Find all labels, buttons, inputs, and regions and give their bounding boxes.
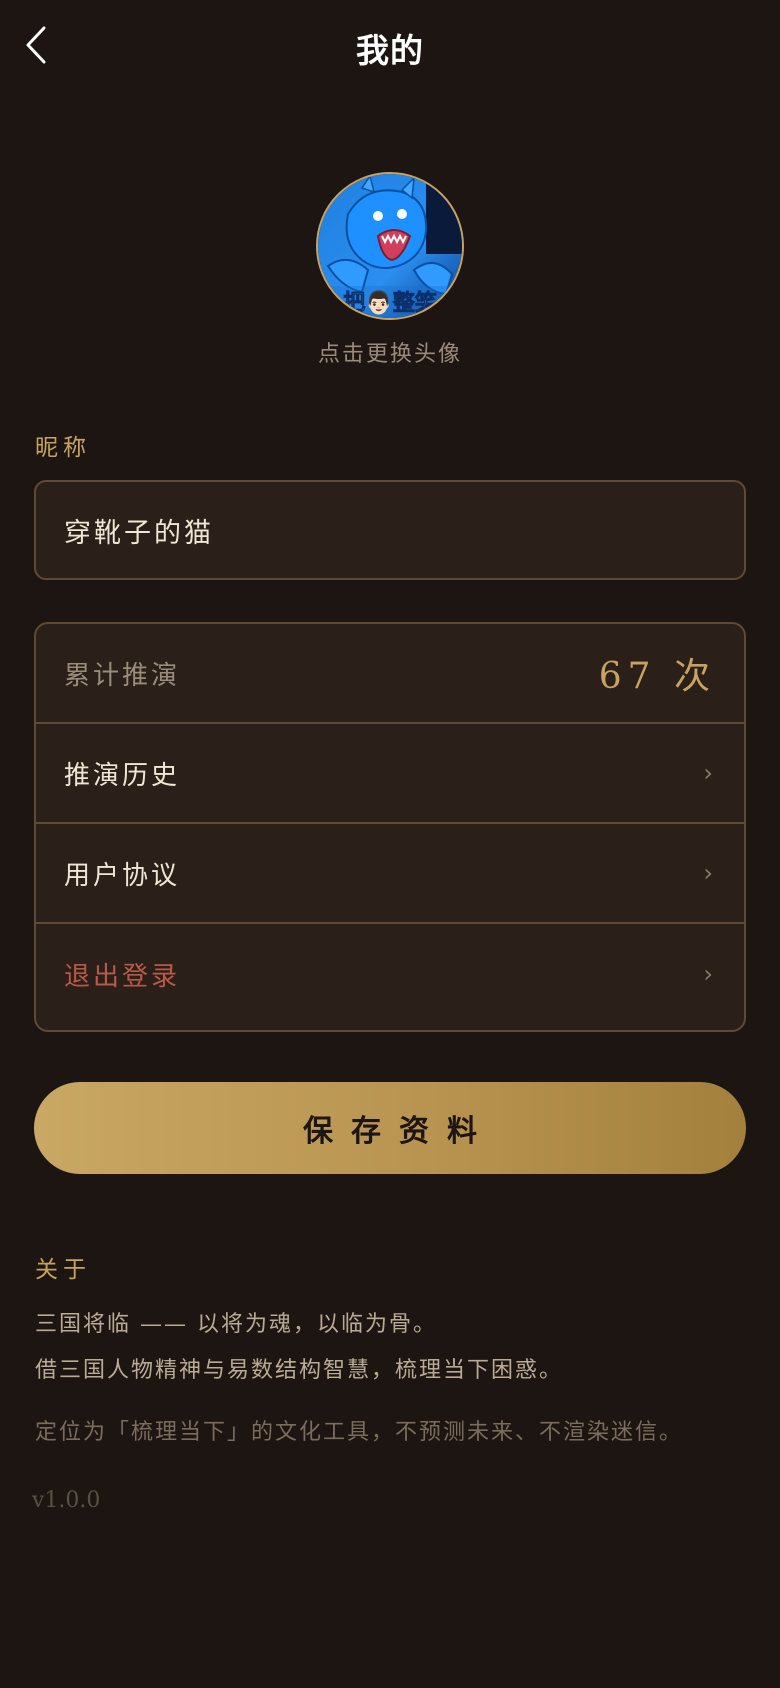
stats-label: 累计推演 bbox=[64, 660, 181, 691]
menu-item-logout[interactable]: 退出登录 › bbox=[36, 924, 744, 1024]
stats-row: 累计推演 67 次 bbox=[36, 624, 744, 724]
nickname-input[interactable]: 穿靴子的猫 bbox=[34, 480, 746, 580]
user-agreement-label: 用户协议 bbox=[64, 860, 181, 891]
avatar-image: 把👨🏻整笑 bbox=[318, 174, 462, 318]
top-bar: 我的 bbox=[0, 0, 780, 92]
avatar-caption: 把👨🏻整笑 bbox=[343, 290, 436, 316]
chevron-right-icon: › bbox=[703, 960, 716, 988]
app-version: v1.0.0 bbox=[32, 1488, 101, 1513]
nickname-label: 昵称 bbox=[35, 435, 91, 461]
about-line-1: 三国将临 —— 以将为魂，以临为骨。 bbox=[35, 1312, 437, 1337]
about-line-2: 借三国人物精神与易数结构智慧，梳理当下困惑。 bbox=[35, 1358, 564, 1383]
menu-item-user-agreement[interactable]: 用户协议 › bbox=[36, 824, 744, 924]
avatar[interactable]: 把👨🏻整笑 bbox=[316, 172, 464, 320]
avatar-change-hint[interactable]: 点击更换头像 bbox=[0, 336, 780, 368]
profile-menu: 累计推演 67 次 推演历史 › 用户协议 › 退出登录 › bbox=[34, 622, 746, 1032]
history-label: 推演历史 bbox=[64, 760, 181, 791]
chevron-right-icon: › bbox=[703, 759, 716, 787]
logout-label: 退出登录 bbox=[64, 961, 181, 992]
menu-item-history[interactable]: 推演历史 › bbox=[36, 724, 744, 824]
about-line-3: 定位为「梳理当下」的文化工具，不预测未来、不渲染迷信。 bbox=[35, 1420, 684, 1445]
nickname-value: 穿靴子的猫 bbox=[64, 517, 214, 549]
page-title: 我的 bbox=[356, 31, 424, 70]
chevron-right-icon: › bbox=[703, 859, 716, 887]
about-heading: 关于 bbox=[35, 1257, 91, 1283]
save-profile-button[interactable]: 保存资料 bbox=[34, 1082, 746, 1174]
stats-count: 67 次 bbox=[598, 656, 716, 697]
save-button-label: 保存资料 bbox=[303, 1114, 495, 1149]
